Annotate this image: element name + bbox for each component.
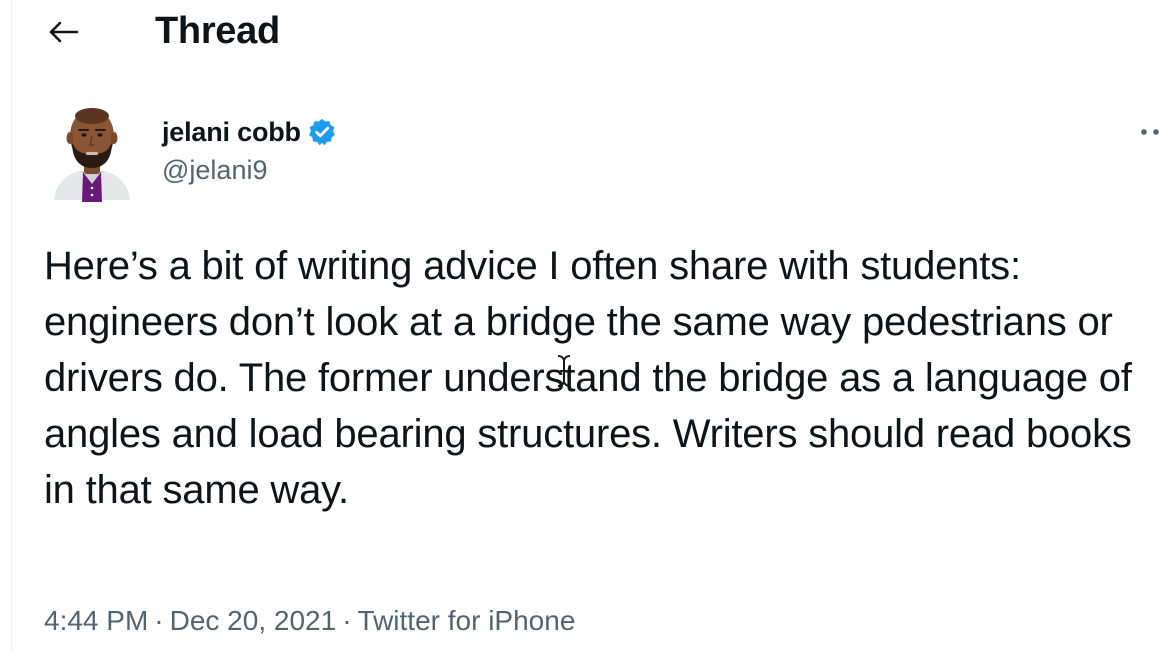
tweet-text: Here’s a bit of writing advice I often s… [44,244,1132,512]
author-handle[interactable]: @jelani9 [162,155,267,186]
meta-separator: · [154,605,164,636]
author-display-name[interactable]: jelani cobb [162,117,301,148]
meta-separator: · [342,605,352,636]
verified-badge-icon [307,117,337,147]
page-title: Thread [155,10,280,52]
back-button[interactable] [40,12,88,52]
more-options-button[interactable] [1136,118,1160,146]
arrow-left-icon [49,21,79,43]
thread-header: Thread [0,0,1160,64]
tweet-source-link[interactable]: Twitter for iPhone [358,605,576,636]
text-cursor-icon [557,355,571,387]
tweet-date-link[interactable]: Dec 20, 2021 [170,605,337,636]
tweet-time-link[interactable]: 4:44 PM [44,605,148,636]
author-name-row: jelani cobb [162,113,337,151]
more-horizontal-icon [1141,129,1159,135]
user-avatar-illustration [54,108,130,202]
tweet-meta: 4:44 PM · Dec 20, 2021 · Twitter for iPhone [44,603,575,639]
avatar[interactable] [50,104,134,204]
timeline-border [11,0,12,652]
